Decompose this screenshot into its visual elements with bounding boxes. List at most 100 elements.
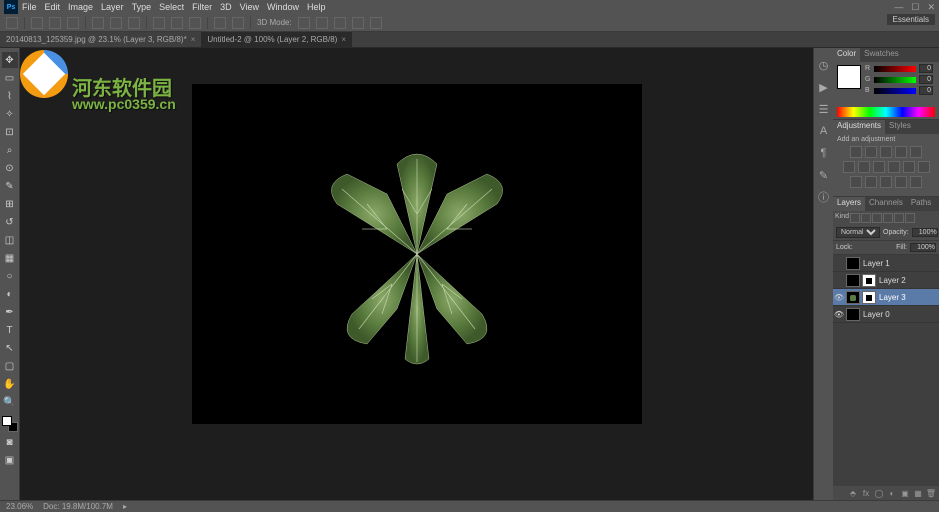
delete-layer-icon[interactable]: 🗑 <box>926 488 936 498</box>
canvas-area[interactable]: 河东软件园 www.pc0359.cn <box>20 48 813 500</box>
fg-color[interactable] <box>2 416 12 426</box>
3d-icon-2[interactable] <box>316 17 328 29</box>
adj-brightness-icon[interactable] <box>850 146 862 158</box>
dodge-tool[interactable]: ◐ <box>2 286 18 302</box>
opt-icon-8[interactable] <box>171 17 183 29</box>
info-panel-icon[interactable]: ⓘ <box>817 190 831 204</box>
layer-name[interactable]: Layer 3 <box>879 293 906 302</box>
layer-thumb[interactable] <box>846 291 860 304</box>
3d-icon-4[interactable] <box>352 17 364 29</box>
adjustment-layer-icon[interactable]: ◐ <box>887 488 897 498</box>
menu-help[interactable]: Help <box>307 2 326 12</box>
layer-name[interactable]: Layer 1 <box>863 259 890 268</box>
filter-kind-icon[interactable] <box>850 213 860 223</box>
doc-tab-1[interactable]: 20140813_125359.jpg @ 23.1% (Layer 3, RG… <box>0 32 201 47</box>
history-brush-tool[interactable]: ↺ <box>2 214 18 230</box>
filter-adjust-icon[interactable] <box>872 213 882 223</box>
doc-tab-1-close-icon[interactable]: × <box>191 35 196 44</box>
filter-shape-icon[interactable] <box>894 213 904 223</box>
r-value[interactable]: 0 <box>919 64 933 73</box>
opt-icon-9[interactable] <box>189 17 201 29</box>
adj-colorlookup-icon[interactable] <box>918 161 930 173</box>
layer-row[interactable]: Layer 1 <box>833 255 939 272</box>
paragraph-panel-icon[interactable]: ¶ <box>817 146 831 160</box>
g-slider[interactable] <box>874 77 916 83</box>
opt-icon-2[interactable] <box>49 17 61 29</box>
blur-tool[interactable]: ○ <box>2 268 18 284</box>
layer-row[interactable]: 👁 Layer 3 <box>833 289 939 306</box>
layer-row[interactable]: Layer 2 <box>833 272 939 289</box>
visibility-toggle[interactable]: 👁 <box>833 293 845 302</box>
layer-row[interactable]: 👁 Layer 0 <box>833 306 939 323</box>
type-tool[interactable]: T <box>2 322 18 338</box>
eyedropper-tool[interactable]: ⌕ <box>2 142 18 158</box>
healing-brush-tool[interactable]: ⊙ <box>2 160 18 176</box>
properties-panel-icon[interactable]: ☰ <box>817 102 831 116</box>
opt-icon-6[interactable] <box>128 17 140 29</box>
adj-threshold-icon[interactable] <box>880 176 892 188</box>
doc-info[interactable]: Doc: 19.8M/100.7M <box>43 502 113 511</box>
menu-image[interactable]: Image <box>68 2 93 12</box>
adj-vibrance-icon[interactable] <box>910 146 922 158</box>
adj-photofilter-icon[interactable] <box>888 161 900 173</box>
b-slider[interactable] <box>874 88 916 94</box>
doc-tab-2-close-icon[interactable]: × <box>341 35 346 44</box>
tool-preset-icon[interactable] <box>6 17 18 29</box>
new-layer-icon[interactable]: ▦ <box>913 488 923 498</box>
clone-stamp-tool[interactable]: ⊞ <box>2 196 18 212</box>
filter-pixel-icon[interactable] <box>861 213 871 223</box>
adj-exposure-icon[interactable] <box>895 146 907 158</box>
adj-selectivecolor-icon[interactable] <box>910 176 922 188</box>
opt-icon-5[interactable] <box>110 17 122 29</box>
zoom-tool[interactable]: 🔍 <box>2 394 18 410</box>
brush-tool[interactable]: ✎ <box>2 178 18 194</box>
menu-select[interactable]: Select <box>159 2 184 12</box>
adj-posterize-icon[interactable] <box>865 176 877 188</box>
lasso-tool[interactable]: ⌇ <box>2 88 18 104</box>
paths-tab[interactable]: Paths <box>907 197 935 211</box>
filter-type-icon[interactable] <box>883 213 893 223</box>
opt-icon-1[interactable] <box>31 17 43 29</box>
opt-icon-4[interactable] <box>92 17 104 29</box>
menu-type[interactable]: Type <box>132 2 152 12</box>
styles-tab[interactable]: Styles <box>885 120 915 134</box>
zoom-level[interactable]: 23.06% <box>6 502 33 511</box>
doc-tab-2[interactable]: Untitled-2 @ 100% (Layer 2, RGB/8) × <box>201 32 352 47</box>
adjustments-tab[interactable]: Adjustments <box>833 120 885 134</box>
opt-icon-10[interactable] <box>214 17 226 29</box>
color-tab[interactable]: Color <box>833 48 860 62</box>
character-panel-icon[interactable]: A <box>817 124 831 138</box>
workspace-selector[interactable]: Essentials <box>887 14 935 25</box>
layer-name[interactable]: Layer 0 <box>863 310 890 319</box>
opacity-input[interactable] <box>912 228 938 237</box>
opt-icon-3[interactable] <box>67 17 79 29</box>
r-slider[interactable] <box>874 66 916 72</box>
link-layers-icon[interactable]: ⬘ <box>848 488 858 498</box>
history-panel-icon[interactable]: ◷ <box>817 58 831 72</box>
pen-tool[interactable]: ✒ <box>2 304 18 320</box>
actions-panel-icon[interactable]: ▶ <box>817 80 831 94</box>
adj-hue-icon[interactable] <box>843 161 855 173</box>
3d-icon-3[interactable] <box>334 17 346 29</box>
blend-mode-select[interactable]: Normal <box>836 227 880 238</box>
eraser-tool[interactable]: ◫ <box>2 232 18 248</box>
b-value[interactable]: 0 <box>919 86 933 95</box>
close-button[interactable]: ✕ <box>927 2 935 13</box>
menu-filter[interactable]: Filter <box>192 2 212 12</box>
adj-gradientmap-icon[interactable] <box>895 176 907 188</box>
hand-tool[interactable]: ✋ <box>2 376 18 392</box>
color-swatch[interactable] <box>837 65 861 89</box>
magic-wand-tool[interactable]: ✧ <box>2 106 18 122</box>
layer-mask-thumb[interactable] <box>862 291 876 304</box>
layer-group-icon[interactable]: ▣ <box>900 488 910 498</box>
document-canvas[interactable] <box>192 84 642 424</box>
opt-icon-11[interactable] <box>232 17 244 29</box>
layer-name[interactable]: Layer 2 <box>879 276 906 285</box>
layer-thumb[interactable] <box>846 274 860 287</box>
swatches-tab[interactable]: Swatches <box>860 48 903 62</box>
screen-mode-tool[interactable]: ▣ <box>2 452 18 468</box>
channels-tab[interactable]: Channels <box>865 197 907 211</box>
opt-icon-7[interactable] <box>153 17 165 29</box>
menu-3d[interactable]: 3D <box>220 2 232 12</box>
move-tool[interactable]: ✥ <box>2 52 18 68</box>
